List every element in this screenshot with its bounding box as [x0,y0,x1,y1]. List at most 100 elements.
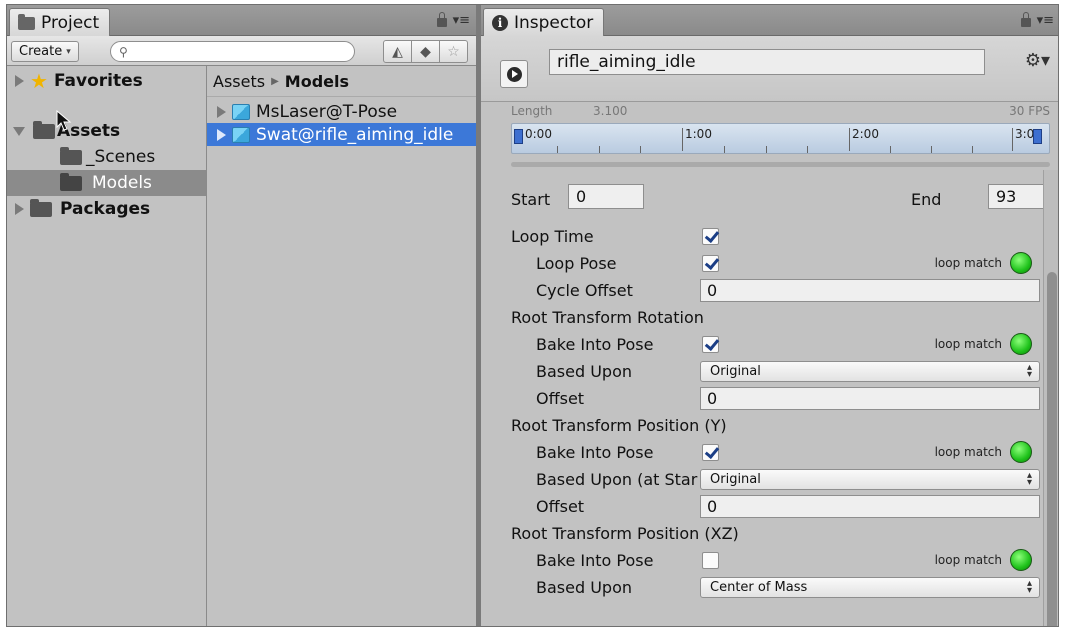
timeline-tick-label: 0:00 [525,127,552,141]
tree-item-models[interactable]: Models [7,170,206,196]
breadcrumb-assets[interactable]: Assets [213,72,265,91]
asset-item-label: MsLaser@T-Pose [256,101,398,122]
folder-icon [33,120,55,139]
root-position-xz-label: Root Transform Position (XZ) [511,524,739,543]
panel-menu-icon[interactable]: ▾≡ [453,13,470,28]
inspector-scrollbar[interactable] [1043,170,1058,626]
rot-bake-row: Bake Into Pose loop match [511,331,1040,358]
posxz-bake-row: Bake Into Pose loop match [511,547,1040,574]
animation-clip-icon [500,60,528,88]
expand-arrow-icon[interactable] [217,128,226,141]
loop-pose-label: Loop Pose [536,254,617,273]
root-position-xz-header: Root Transform Position (XZ) [511,520,1040,547]
tree-item-favorites[interactable]: ★ Favorites [7,68,206,94]
asset-item-mslaser[interactable]: MsLaser@T-Pose [207,100,476,123]
project-toolbar: Create ▾ ⚲ ◭ ◆ ☆ [7,36,476,66]
rot-based-label: Based Upon [536,362,632,381]
posy-offset-field[interactable]: 0 [700,495,1040,518]
root-position-y-header: Root Transform Position (Y) [511,412,1040,439]
timeline-minor-tick [890,146,891,153]
cycle-offset-field[interactable]: 0 [700,279,1040,302]
lock-icon[interactable] [1020,12,1031,27]
timeline-range-bar[interactable] [511,162,1050,167]
loop-time-label: Loop Time [511,227,594,246]
timeline-minor-tick [599,146,600,153]
loop-time-checkbox[interactable] [702,228,719,245]
project-tab[interactable]: Project [9,8,111,37]
timeline-ruler[interactable]: 0:00 1:00 2:00 3:0 [511,123,1050,154]
project-panel: Project ▾≡ Create ▾ ⚲ ◭ ◆ ☆ ★ Favorites … [7,5,476,626]
rot-based-row: Based Upon Original ▴ ▾ [511,358,1040,385]
asset-item-swat[interactable]: Swat@rifle_aiming_idle [207,123,476,146]
search-input[interactable]: ⚲ [110,41,355,62]
asset-list-pane: Assets ▶ Models MsLaser@T-Pose Swat@rifl… [207,66,476,626]
start-end-row: Start 0 End 93 [481,170,1058,220]
folder-icon [18,13,35,30]
posy-based-label: Based Upon (at Star [536,470,698,489]
clip-name-field[interactable]: rifle_aiming_idle [549,49,985,75]
rot-based-dropdown[interactable]: Original ▴ ▾ [700,361,1040,382]
breadcrumb: Assets ▶ Models [207,66,476,97]
dropdown-updown-icon: ▴ ▾ [1026,470,1032,488]
clip-timeline: Length 3.100 30 FPS 0:00 1:00 2:00 3:0 [481,102,1058,170]
inspector-tab-controls: ▾≡ [1020,12,1054,28]
posxz-based-label: Based Upon [536,578,632,597]
posy-based-dropdown[interactable]: Original ▴ ▾ [700,469,1040,490]
posxz-based-value: Center of Mass [710,580,808,595]
create-button[interactable]: Create ▾ [11,41,79,62]
filter-by-type-icon[interactable]: ◭ [383,40,412,63]
loop-match-indicator-icon [1010,252,1032,274]
scrollbar-thumb[interactable] [1047,272,1057,626]
clip-properties: Loop Time Loop Pose loop match Cycle Off… [511,223,1040,626]
inspector-tab-label: Inspector [514,13,594,33]
loop-match-indicator-icon [1010,441,1032,463]
filter-by-label-icon[interactable]: ◆ [411,40,440,63]
posy-bake-label: Bake Into Pose [536,443,654,462]
save-search-star-icon[interactable]: ☆ [439,40,468,63]
gear-icon[interactable]: ⚙▾ [1025,50,1050,71]
rot-offset-label: Offset [536,389,585,408]
posy-offset-row: Offset 0 [511,493,1040,520]
loop-match-label: loop match [934,256,1002,270]
timeline-minor-tick [766,146,767,153]
models-label: Models [92,173,152,193]
packages-label: Packages [60,199,151,219]
expand-arrow-icon[interactable] [15,203,24,215]
end-marker-handle[interactable] [1033,129,1042,144]
end-field[interactable]: 93 [988,184,1045,209]
timeline-tick-label: 2:00 [852,127,879,141]
breadcrumb-models[interactable]: Models [285,72,349,91]
timeline-minor-tick [724,146,725,153]
tree-item-packages[interactable]: Packages [7,196,206,222]
posxz-based-dropdown[interactable]: Center of Mass ▴ ▾ [700,577,1040,598]
posy-based-value: Original [710,472,761,487]
rot-bake-label: Bake Into Pose [536,335,654,354]
breadcrumb-separator-icon: ▶ [271,75,279,87]
inspector-tab[interactable]: i Inspector [483,8,605,37]
lock-icon[interactable] [436,12,447,27]
loop-match-label: loop match [934,337,1002,351]
collapse-arrow-icon[interactable] [13,126,25,136]
clip-header: rifle_aiming_idle ⚙▾ [481,36,1058,102]
rot-bake-checkbox[interactable] [702,336,719,353]
posxz-bake-label: Bake Into Pose [536,551,654,570]
rot-offset-field[interactable]: 0 [700,387,1040,410]
tree-item-assets[interactable]: Assets [7,118,206,144]
posxz-bake-checkbox[interactable] [702,552,719,569]
posy-bake-checkbox[interactable] [702,444,719,461]
tree-item-scenes[interactable]: _Scenes [7,144,206,170]
asset-item-label: Swat@rifle_aiming_idle [256,124,454,145]
expand-arrow-icon[interactable] [15,75,24,87]
start-field[interactable]: 0 [568,184,644,209]
timeline-major-tick [1012,128,1013,151]
start-marker-handle[interactable] [514,129,523,144]
project-tab-controls: ▾≡ [436,12,470,28]
panel-menu-icon[interactable]: ▾≡ [1037,13,1054,28]
posxz-based-row: Based Upon Center of Mass ▴ ▾ [511,574,1040,601]
length-label: Length [511,104,553,118]
timeline-minor-tick [640,146,641,153]
timeline-major-tick [849,128,850,151]
expand-arrow-icon[interactable] [217,105,226,118]
timeline-minor-tick [807,146,808,153]
loop-pose-checkbox[interactable] [702,255,719,272]
